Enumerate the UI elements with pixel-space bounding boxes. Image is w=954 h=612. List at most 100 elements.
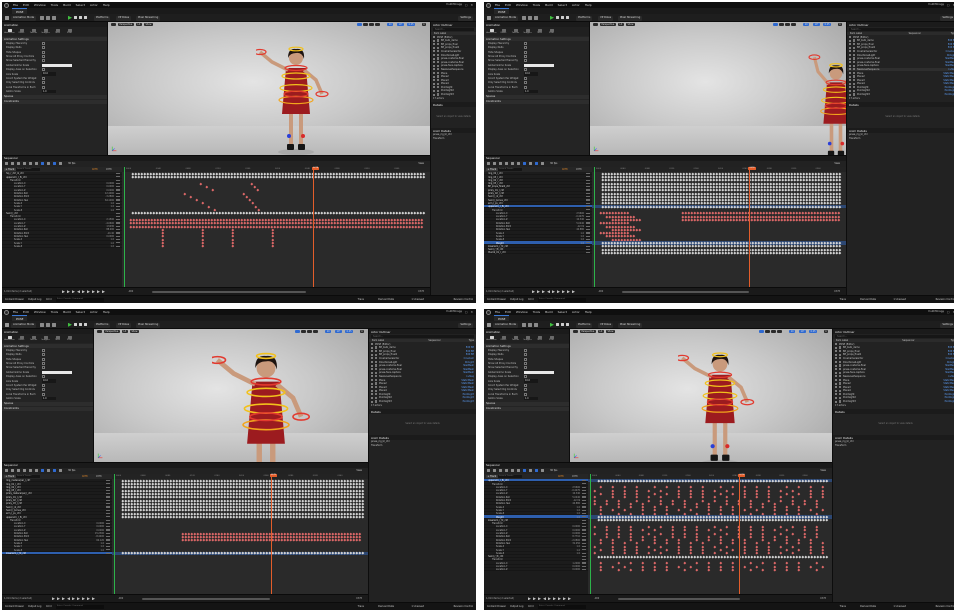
scale-snap-button[interactable]: 0.25 [809, 329, 817, 334]
rotate-icon[interactable] [779, 22, 784, 27]
keys-icon[interactable] [517, 469, 520, 473]
add-key-icon[interactable] [116, 225, 120, 227]
keys-icon[interactable] [517, 162, 520, 166]
rotation-snap-button[interactable]: 10° [799, 329, 806, 334]
add-key-icon[interactable] [582, 493, 586, 495]
select-mode-icon[interactable] [522, 15, 526, 20]
track-search-input[interactable]: Search Tracks [16, 474, 40, 479]
keyframe[interactable] [838, 251, 841, 254]
add-key-icon[interactable] [582, 536, 586, 538]
track-value[interactable]: 1.0 [111, 245, 114, 248]
mode-tab-poses[interactable]: Poses [16, 28, 27, 35]
add-key-icon[interactable] [116, 189, 120, 191]
timeline-scrollbar[interactable] [622, 291, 749, 293]
curve-editor-icon[interactable] [511, 469, 514, 473]
add-key-icon[interactable] [116, 215, 120, 218]
add-key-icon[interactable] [582, 562, 586, 564]
show-button[interactable]: Show [144, 22, 153, 27]
mode-tab-tools[interactable]: Tools [534, 335, 545, 342]
vp-roles-button[interactable]: VP Roles [598, 15, 614, 21]
add-key-icon[interactable] [582, 486, 586, 488]
revision-control-button[interactable]: Revision Control [936, 298, 954, 301]
add-key-icon[interactable] [106, 539, 110, 541]
add-key-icon[interactable] [586, 219, 590, 221]
visibility-eye-icon[interactable] [433, 54, 435, 57]
property-checkbox[interactable] [42, 50, 45, 54]
add-key-icon[interactable] [116, 245, 120, 247]
show-button[interactable]: Show [626, 22, 635, 27]
visibility-eye-icon[interactable] [849, 43, 851, 46]
add-key-icon[interactable] [586, 189, 590, 191]
add-key-icon[interactable] [582, 483, 586, 485]
output-log-button[interactable]: Output Log [28, 605, 41, 608]
pixel-streaming-button[interactable]: Pixel Streaming [136, 15, 161, 21]
visibility-eye-icon[interactable] [371, 400, 373, 403]
add-key-icon[interactable] [106, 542, 110, 544]
add-key-icon[interactable] [582, 506, 586, 508]
visibility-eye-icon[interactable] [433, 75, 435, 78]
add-key-icon[interactable] [116, 222, 120, 224]
play-options-icon[interactable] [566, 15, 569, 19]
add-track-button[interactable]: + Track [486, 167, 498, 172]
add-key-icon[interactable] [106, 483, 110, 485]
filter-icon[interactable] [541, 469, 544, 473]
add-key-icon[interactable] [106, 506, 110, 508]
auto-key-icon[interactable] [53, 469, 56, 473]
timeline-scrollbar[interactable] [152, 291, 306, 293]
stop-icon[interactable] [561, 15, 564, 19]
derived-data-button[interactable]: Derived Data [378, 298, 394, 301]
character-figure[interactable] [800, 50, 846, 155]
mode-tab-snapper[interactable]: Snapper [522, 335, 533, 342]
go-end-icon[interactable] [567, 290, 570, 294]
add-key-icon[interactable] [106, 496, 110, 498]
character-figure[interactable] [212, 333, 320, 462]
camera-speed-button[interactable]: 4 [359, 329, 364, 334]
add-key-icon[interactable] [106, 493, 110, 495]
current-frame-field[interactable]: 0278 [92, 168, 98, 171]
property-checkbox[interactable] [524, 353, 527, 357]
add-key-icon[interactable] [586, 176, 590, 178]
visibility-eye-icon[interactable] [835, 357, 837, 360]
platforms-button[interactable]: Platforms [94, 322, 111, 328]
visibility-eye-icon[interactable] [835, 368, 837, 371]
add-key-icon[interactable] [106, 532, 110, 534]
add-key-icon[interactable] [586, 173, 590, 175]
add-key-icon[interactable] [116, 209, 120, 211]
section-spaces[interactable]: Spaces [484, 94, 589, 99]
mode-tab-animation[interactable]: Animation [486, 335, 497, 342]
property-checkbox[interactable] [42, 85, 45, 89]
track-value[interactable]: 0.0000 [572, 568, 580, 571]
property-checkbox[interactable] [42, 46, 45, 50]
add-key-icon[interactable] [116, 196, 120, 198]
trace-button[interactable]: Trace [840, 298, 846, 301]
perspective-button[interactable]: Perspective [580, 329, 596, 334]
mode-tab-snapper[interactable]: Snapper [522, 28, 533, 35]
visibility-eye-icon[interactable] [835, 396, 837, 399]
menu-item-select[interactable]: Select [76, 3, 85, 7]
menu-item-build[interactable]: Build [545, 310, 553, 314]
save-icon[interactable] [487, 322, 491, 327]
current-frame-field[interactable]: 0278 [82, 475, 88, 478]
mode-tab-animation[interactable]: Animation [4, 335, 15, 342]
world-space-icon[interactable] [791, 22, 796, 27]
grid-snap-button[interactable]: 10 [789, 329, 795, 334]
visibility-eye-icon[interactable] [433, 50, 435, 53]
add-key-icon[interactable] [582, 499, 586, 501]
settings-button[interactable]: Settings [458, 322, 473, 328]
menu-item-window[interactable]: Window [34, 3, 46, 7]
add-key-icon[interactable] [106, 489, 110, 492]
track-search-input[interactable]: Search Tracks [16, 167, 40, 172]
visibility-eye-icon[interactable] [835, 343, 837, 346]
property-checkbox[interactable] [42, 375, 45, 379]
play-reverse-icon[interactable] [77, 290, 80, 293]
next-key-icon[interactable] [562, 290, 565, 294]
sequencer-view-dropdown[interactable]: View [820, 469, 826, 472]
viewport-menu-icon[interactable] [97, 329, 102, 334]
filter-icon[interactable] [541, 162, 544, 166]
add-key-icon[interactable] [582, 532, 586, 534]
foot-control-right[interactable] [725, 444, 730, 449]
step-back-icon[interactable] [62, 597, 65, 601]
content-drawer-button[interactable]: Content Drawer [487, 298, 506, 301]
visibility-eye-icon[interactable] [835, 375, 837, 378]
blueprint-icon[interactable] [534, 15, 538, 20]
